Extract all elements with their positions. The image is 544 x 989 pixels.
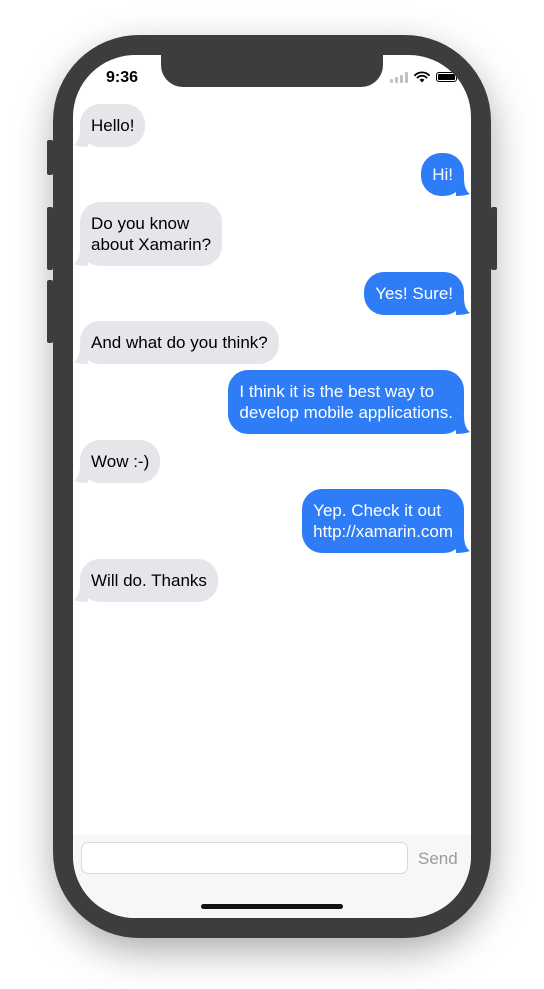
status-icons xyxy=(390,71,460,83)
message-incoming: And what do you think? xyxy=(74,321,279,364)
status-time: 9:36 xyxy=(106,69,139,86)
message-input[interactable] xyxy=(81,842,408,874)
notch xyxy=(161,55,383,87)
message-bubble: I think it is the best way to develop mo… xyxy=(228,370,464,434)
message-bubble: Hi! xyxy=(421,153,464,196)
volume-up-button xyxy=(47,207,53,270)
send-button[interactable]: Send xyxy=(418,849,458,869)
volume-down-button xyxy=(47,280,53,343)
message-incoming: Wow :-) xyxy=(74,440,161,483)
message-outgoing: Yes! Sure! xyxy=(364,272,470,315)
power-button xyxy=(491,207,497,270)
message-bubble: Hello! xyxy=(80,104,146,147)
message-outgoing: Yep. Check it out http://xamarin.com xyxy=(302,489,470,553)
phone-screen: 9:36 Hello! Hi! Do you know about Xamari… xyxy=(73,55,471,918)
message-bubble: Do you know about Xamarin? xyxy=(80,202,223,266)
message-bubble: Yep. Check it out http://xamarin.com xyxy=(302,489,464,553)
message-bubble: Wow :-) xyxy=(80,440,161,483)
message-bubble: And what do you think? xyxy=(80,321,279,364)
home-indicator[interactable] xyxy=(201,904,343,909)
message-bubble: Will do. Thanks xyxy=(80,559,218,602)
wifi-icon xyxy=(414,71,430,83)
message-incoming: Hello! xyxy=(74,104,146,147)
message-incoming: Do you know about Xamarin? xyxy=(74,202,223,266)
message-outgoing: I think it is the best way to develop mo… xyxy=(228,370,470,434)
message-incoming: Will do. Thanks xyxy=(74,559,218,602)
message-bubble: Yes! Sure! xyxy=(364,272,464,315)
message-outgoing: Hi! xyxy=(421,153,470,196)
battery-icon xyxy=(436,72,460,82)
mute-switch xyxy=(47,140,53,175)
cellular-signal-icon xyxy=(390,71,408,83)
